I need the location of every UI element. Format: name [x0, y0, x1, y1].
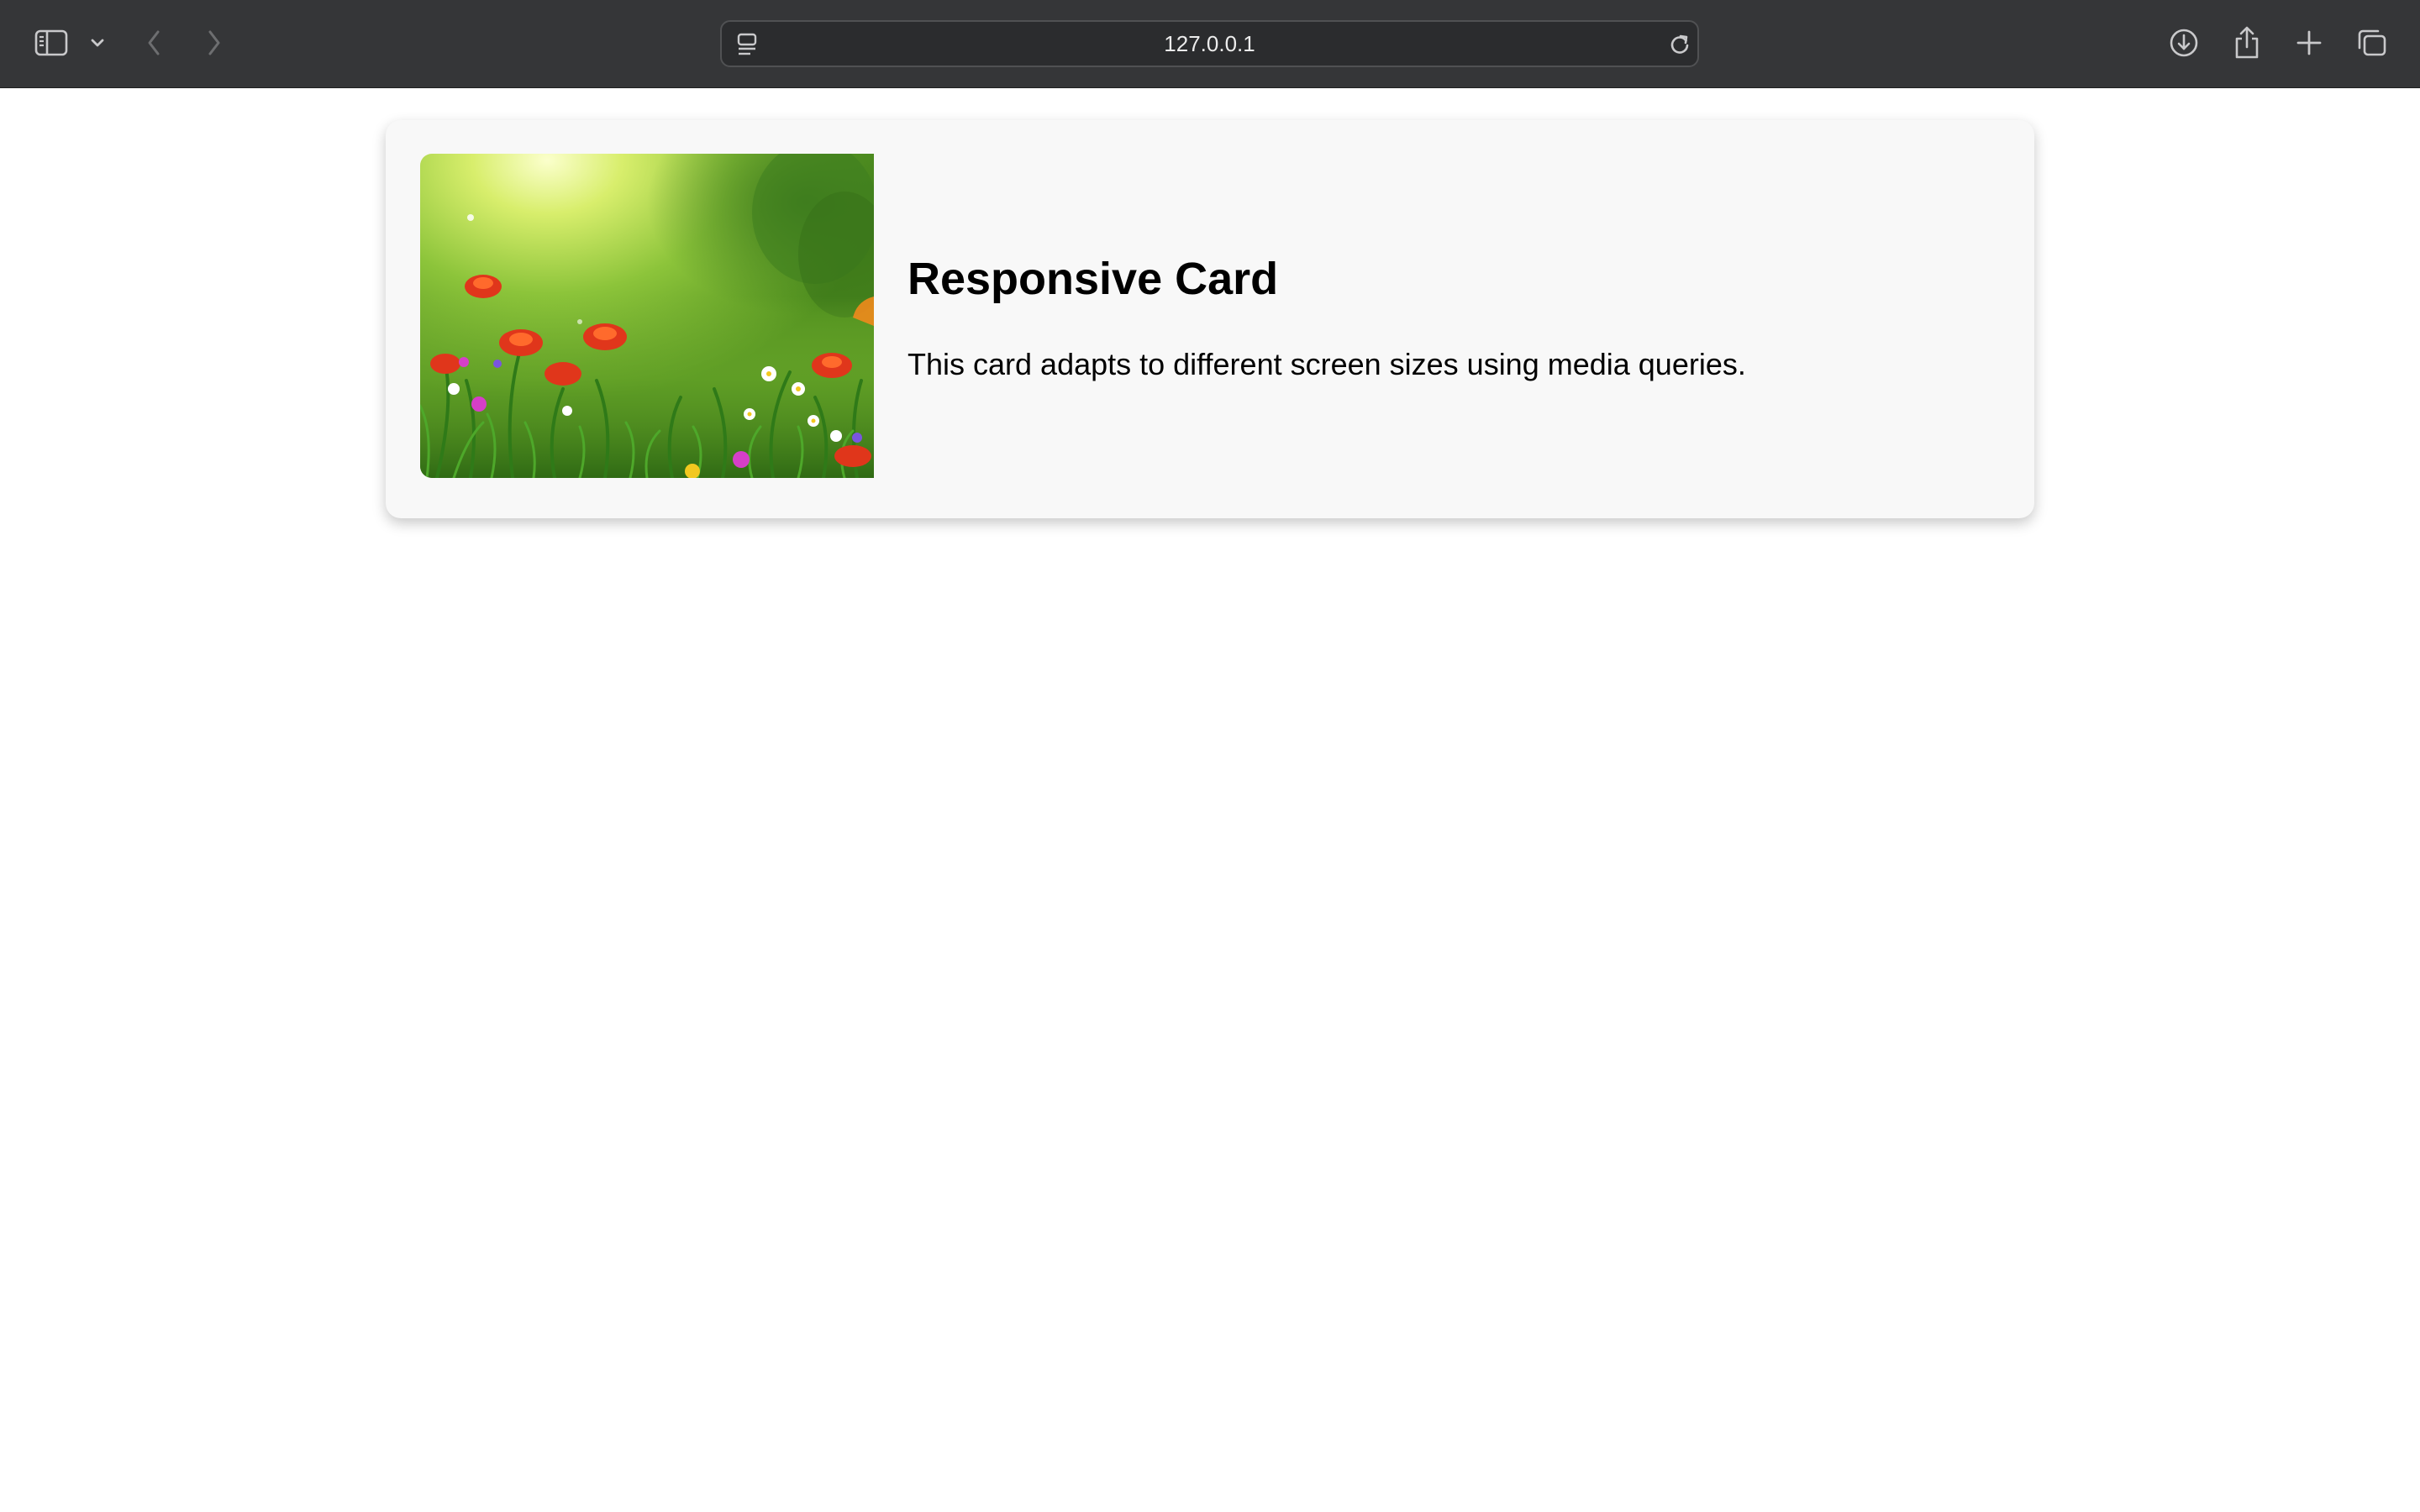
flower-meadow-image — [420, 154, 874, 478]
sidebar-icon — [34, 29, 68, 56]
sidebar-menu-button[interactable] — [87, 30, 108, 55]
responsive-card: Responsive Card This card adapts to diff… — [386, 120, 2034, 518]
new-tab-button[interactable] — [2292, 25, 2326, 60]
chevron-right-icon — [206, 29, 223, 56]
reload-icon[interactable] — [1666, 30, 1693, 59]
forward-button[interactable] — [200, 25, 229, 60]
chevron-down-icon — [90, 38, 105, 48]
browser-toolbar: 127.0.0.1 — [0, 0, 2420, 88]
card-title: Responsive Card — [908, 254, 1279, 304]
tab-overview-button[interactable] — [2354, 25, 2391, 60]
plus-icon — [2296, 29, 2323, 56]
address-bar[interactable]: 127.0.0.1 — [720, 20, 1699, 67]
chevron-left-icon — [145, 29, 162, 56]
share-icon — [2233, 26, 2261, 60]
share-button[interactable] — [2229, 24, 2265, 62]
back-button[interactable] — [139, 25, 168, 60]
url-text[interactable]: 127.0.0.1 — [722, 22, 1697, 66]
card-description: This card adapts to different screen siz… — [908, 347, 1746, 381]
tabs-overview-icon — [2356, 28, 2388, 58]
sidebar-toggle-button[interactable] — [32, 25, 71, 60]
download-icon — [2169, 28, 2199, 58]
page-content: Responsive Card This card adapts to diff… — [0, 88, 2420, 1512]
downloads-button[interactable] — [2166, 25, 2202, 60]
